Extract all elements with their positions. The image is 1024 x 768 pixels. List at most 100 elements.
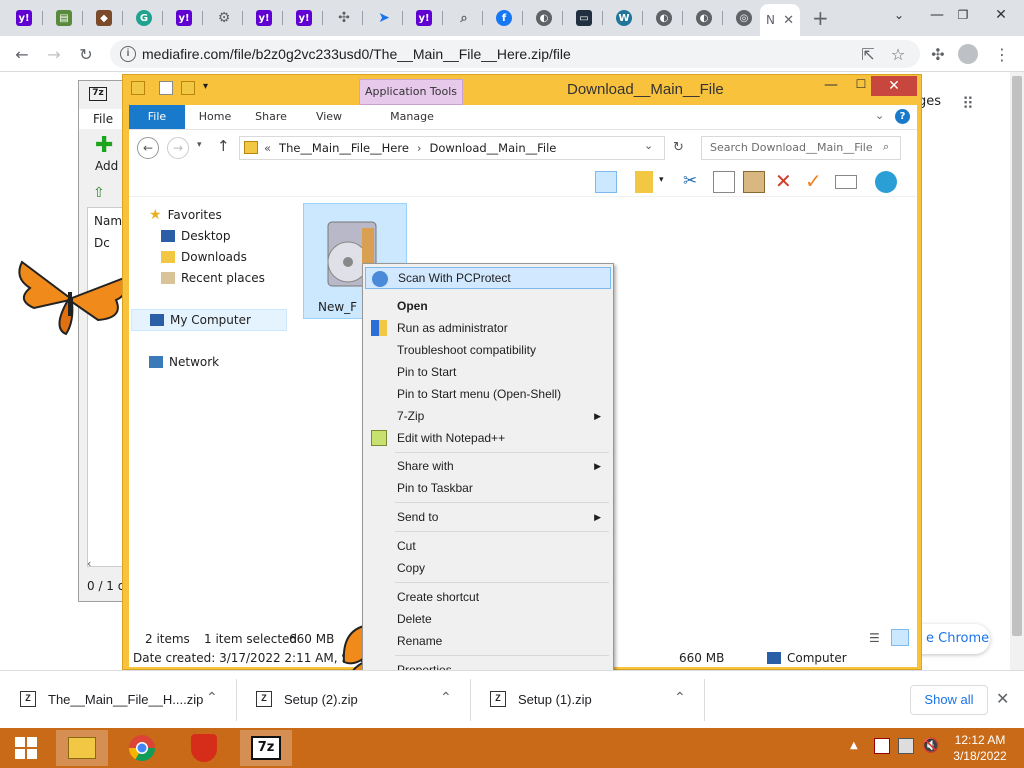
tab-home[interactable]: Home — [193, 105, 237, 129]
file-row[interactable]: Dc — [94, 236, 110, 250]
help-icon[interactable]: ? — [895, 109, 910, 124]
apps-grid-icon[interactable]: ⠿ — [962, 94, 974, 113]
tab-globe-3[interactable]: ◐ — [686, 5, 723, 31]
add-icon[interactable]: ✚ — [95, 133, 113, 158]
rename-icon[interactable] — [835, 175, 857, 189]
new-folder-icon[interactable] — [181, 81, 195, 95]
menu-item-7zip[interactable]: 7-Zip ▶ — [365, 405, 611, 427]
share-icon[interactable]: ⇱ — [856, 42, 880, 66]
qat-dropdown-icon[interactable]: ▾ — [203, 81, 208, 92]
menu-item-troubleshoot[interactable]: Troubleshoot compatibility — [365, 339, 611, 361]
tab-file[interactable]: File — [129, 105, 185, 129]
globe-icon[interactable] — [875, 171, 897, 193]
taskbar-shield-app[interactable] — [178, 730, 230, 766]
up-folder-icon[interactable]: ⇧ — [93, 185, 105, 201]
show-all-button[interactable]: Show all — [910, 685, 988, 715]
download-menu-chevron-icon[interactable]: ⌃ — [206, 689, 218, 706]
scrollbar-thumb[interactable] — [1012, 76, 1022, 636]
network-tray-icon[interactable] — [898, 738, 914, 754]
download-menu-chevron-icon[interactable]: ⌃ — [674, 689, 686, 706]
profile-avatar[interactable] — [956, 42, 980, 66]
tab-manage[interactable]: Manage — [379, 105, 445, 129]
tab-search[interactable]: ⌕ — [446, 5, 483, 31]
nav-downloads[interactable]: Downloads — [161, 250, 247, 264]
folder-options-icon[interactable] — [635, 171, 653, 193]
reload-button[interactable]: ↻ — [74, 42, 98, 66]
tab-share[interactable]: Share — [249, 105, 293, 129]
cut-icon[interactable]: ✂ — [683, 171, 697, 191]
properties-icon[interactable] — [159, 81, 173, 95]
tab-yahoo[interactable]: y! — [6, 5, 43, 31]
folder-options-dropdown-icon[interactable]: ▾ — [659, 175, 664, 185]
delete-icon[interactable]: ✕ — [775, 169, 792, 193]
volume-muted-icon[interactable]: 🔇 — [922, 738, 939, 754]
details-view-icon[interactable]: ☰ — [869, 631, 880, 645]
menu-item-pin-to-taskbar[interactable]: Pin to Taskbar — [365, 477, 611, 499]
action-center-icon[interactable] — [874, 738, 890, 754]
address-dropdown-icon[interactable]: ⌄ — [644, 139, 653, 152]
tab-app[interactable]: ▤ — [46, 5, 83, 31]
address-bar[interactable]: i mediafire.com/file/b2z0g2vc233usd0/The… — [110, 40, 920, 68]
menu-item-copy[interactable]: Copy — [365, 557, 611, 579]
breadcrumb-separator[interactable]: › — [417, 141, 422, 155]
taskbar-clock[interactable]: 12:12 AM 3/18/2022 — [950, 732, 1010, 764]
up-arrow-icon[interactable]: ↑ — [217, 137, 230, 155]
explorer-minimize-button[interactable]: — — [815, 77, 847, 97]
tab-globe[interactable]: ◐ — [526, 5, 563, 31]
explorer-forward-button[interactable]: → — [167, 137, 189, 159]
menu-item-pin-to-start-openshell[interactable]: Pin to Start menu (Open-Shell) — [365, 383, 611, 405]
tab-yahoo-3[interactable]: y! — [246, 5, 283, 31]
tab-settings[interactable]: ⚙ — [206, 5, 243, 31]
tab-game[interactable]: ◆ — [86, 5, 123, 31]
nav-my-computer[interactable]: My Computer — [131, 309, 287, 331]
menu-kebab-icon[interactable]: ⋮ — [990, 42, 1014, 66]
menu-item-rename[interactable]: Rename — [365, 630, 611, 652]
explorer-title-bar[interactable]: ▾ Application Tools Download__Main__File… — [123, 75, 921, 105]
start-button[interactable] — [0, 730, 52, 766]
tab-active[interactable]: N ✕ — [760, 4, 800, 36]
large-icons-view-icon[interactable] — [891, 629, 909, 646]
menu-item-send-to[interactable]: Send to ▶ — [365, 506, 611, 528]
close-window-button[interactable]: ✕ — [978, 0, 1024, 30]
menu-item-scan-pcprotect[interactable]: Scan With PCProtect — [365, 267, 611, 289]
nav-favorites[interactable]: ★ Favorites — [149, 207, 222, 223]
ribbon-expand-icon[interactable]: ⌄ — [875, 109, 884, 122]
download-item[interactable]: Z Setup (2).zip ⌃ — [236, 671, 470, 729]
forward-button[interactable]: → — [42, 42, 66, 66]
new-tab-button[interactable]: + — [812, 6, 829, 30]
tab-view[interactable]: View — [307, 105, 351, 129]
taskbar-explorer[interactable] — [56, 730, 108, 766]
bookmark-star-icon[interactable]: ☆ — [886, 42, 910, 66]
tab-g[interactable]: G — [126, 5, 163, 31]
recent-locations-icon[interactable]: ▾ — [197, 140, 202, 150]
menu-item-share-with[interactable]: Share with ▶ — [365, 455, 611, 477]
menu-item-create-shortcut[interactable]: Create shortcut — [365, 586, 611, 608]
tab-wordpress[interactable]: W — [606, 5, 643, 31]
copy-icon[interactable] — [713, 171, 735, 193]
download-item[interactable]: Z Setup (1).zip ⌃ — [470, 671, 704, 729]
back-button[interactable]: ← — [10, 42, 34, 66]
tab-chrome[interactable]: ◎ — [726, 5, 762, 31]
explorer-search-input[interactable]: Search Download__Main__File — [701, 136, 901, 160]
close-tab-icon[interactable]: ✕ — [783, 13, 794, 28]
menu-item-run-as-admin[interactable]: Run as administrator — [365, 317, 611, 339]
nav-desktop[interactable]: Desktop — [161, 229, 231, 243]
tab-globe-2[interactable]: ◐ — [646, 5, 683, 31]
tray-expand-icon[interactable]: ▲ — [850, 740, 858, 751]
explorer-address-bar[interactable]: « The__Main__File__Here › Download__Main… — [239, 136, 665, 160]
menu-item-open[interactable]: Open — [365, 295, 611, 317]
download-item[interactable]: Z The__Main__File__H....zip ⌃ — [0, 671, 236, 729]
breadcrumb-overflow[interactable]: « — [264, 141, 271, 155]
explorer-back-button[interactable]: ← — [137, 137, 159, 159]
site-info-icon[interactable]: i — [120, 46, 136, 62]
explorer-close-button[interactable]: ✕ — [871, 76, 917, 96]
tab-yahoo-4[interactable]: y! — [286, 5, 323, 31]
extensions-icon[interactable]: ✣ — [926, 42, 950, 66]
tab-arrow[interactable]: ➤ — [366, 5, 403, 31]
menu-item-cut[interactable]: Cut — [365, 535, 611, 557]
tab-extensions[interactable]: ✣ — [326, 5, 363, 31]
check-icon[interactable]: ✓ — [805, 169, 822, 193]
taskbar-chrome[interactable] — [116, 730, 168, 766]
menu-item-pin-to-start[interactable]: Pin to Start — [365, 361, 611, 383]
paste-icon[interactable] — [743, 171, 765, 193]
